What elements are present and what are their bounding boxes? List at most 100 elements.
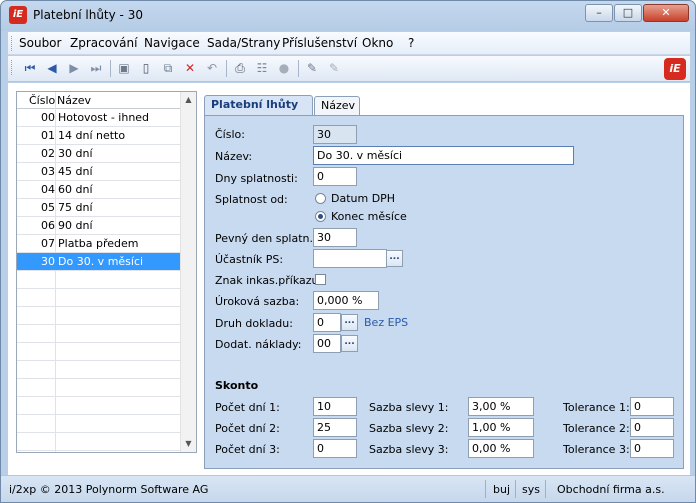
delete-icon[interactable]: ✕ [182, 60, 198, 76]
list-row[interactable]: 01 14 dní netto [17, 127, 181, 145]
app-window: iE Platební lhůty - 30 – □ ✕ Soubor Zpra… [0, 0, 696, 503]
list-cell-cislo: 04 [41, 183, 55, 196]
druh-dokladu-field[interactable]: 0 [313, 313, 341, 332]
sazba-slevy-2-label: Sazba slevy 2: [369, 422, 449, 435]
konec-mesice-label[interactable]: Konec měsíce [331, 210, 407, 223]
pevny-den-field[interactable]: 30 [313, 228, 357, 247]
list-row[interactable] [17, 271, 181, 289]
scroll-up-icon[interactable]: ▲ [181, 92, 196, 107]
menu-navigace[interactable]: Navigace [144, 36, 200, 50]
splatnost-od-label: Splatnost od: [215, 193, 288, 206]
dodat-naklady-label: Dodat. náklady: [215, 338, 302, 351]
dny-splatnosti-field[interactable]: 0 [313, 167, 357, 186]
sazba-slevy-3-label: Sazba slevy 3: [369, 443, 449, 456]
maximize-button[interactable]: □ [614, 4, 642, 22]
pocet-dni-3-label: Počet dní 3: [215, 443, 280, 456]
new-icon[interactable]: ▯ [138, 60, 154, 76]
list-row[interactable] [17, 415, 181, 433]
list-row[interactable]: 00 Hotovost - ihned [17, 109, 181, 127]
list-cell-cislo: 05 [41, 201, 55, 214]
tab-platebni-lhuty[interactable]: Platební lhůty [204, 95, 313, 116]
disabled-circle-icon[interactable]: ● [276, 60, 292, 76]
list-row[interactable]: 05 75 dní [17, 199, 181, 217]
print-icon[interactable]: ⎙ [232, 60, 248, 76]
list-row[interactable] [17, 397, 181, 415]
list-cell-cislo: 30 [41, 255, 55, 268]
list-row[interactable]: 06 90 dní [17, 217, 181, 235]
list-row[interactable]: 04 60 dní [17, 181, 181, 199]
list-cell-nazev: 30 dní [58, 147, 93, 160]
edit-pen-disabled-icon[interactable]: ✎ [326, 60, 342, 76]
list-cell-nazev: Platba předem [58, 237, 139, 250]
urokova-sazba-field[interactable]: 0,000 % [313, 291, 379, 310]
tolerance-2-field[interactable]: 0 [630, 418, 674, 437]
list-cell-nazev: 75 dní [58, 201, 93, 214]
list-row[interactable] [17, 361, 181, 379]
list-cell-cislo: 03 [41, 165, 55, 178]
minimize-button[interactable]: – [585, 4, 613, 22]
datum-dph-radio[interactable] [315, 193, 326, 204]
status-separator [485, 480, 486, 498]
copy-icon[interactable]: ⧉ [160, 60, 176, 76]
sazba-slevy-1-field[interactable]: 3,00 % [468, 397, 534, 416]
tolerance-3-field[interactable]: 0 [630, 439, 674, 458]
scroll-down-icon[interactable]: ▼ [181, 436, 196, 451]
druh-dokladu-hint: Bez EPS [364, 316, 409, 329]
pocet-dni-1-field[interactable]: 10 [313, 397, 357, 416]
pocet-dni-3-field[interactable]: 0 [313, 439, 357, 458]
dodat-naklady-field[interactable]: 00 [313, 334, 341, 353]
menu-help[interactable]: ? [408, 36, 414, 50]
sazba-slevy-2-field[interactable]: 1,00 % [468, 418, 534, 437]
status-copyright: i/2xp © 2013 Polynorm Software AG [9, 483, 209, 496]
tolerance-1-field[interactable]: 0 [630, 397, 674, 416]
cislo-label: Číslo: [215, 128, 245, 141]
status-bar: i/2xp © 2013 Polynorm Software AG buj sy… [1, 475, 695, 502]
ucastnik-ps-lookup-button[interactable]: ... [386, 250, 403, 267]
list-row[interactable]: 02 30 dní [17, 145, 181, 163]
list-row[interactable]: 30 Do 30. v měsíci [17, 253, 181, 271]
ucastnik-ps-field[interactable] [313, 249, 387, 268]
close-button[interactable]: ✕ [643, 4, 689, 22]
menu-zpracovani[interactable]: Zpracování [70, 36, 137, 50]
last-record-icon[interactable]: ⏭ [88, 60, 104, 76]
list-scrollbar[interactable]: ▲ ▼ [180, 92, 196, 452]
tab-nazev[interactable]: Název [314, 96, 360, 115]
znak-inkas-checkbox[interactable] [315, 274, 326, 285]
list-cell-cislo: 07 [41, 237, 55, 250]
list-row[interactable] [17, 433, 181, 451]
list-row[interactable]: 07 Platba předem [17, 235, 181, 253]
cislo-field[interactable]: 30 [313, 125, 357, 144]
undo-icon[interactable]: ↶ [204, 60, 220, 76]
list-row[interactable] [17, 307, 181, 325]
list-cell-cislo: 01 [41, 129, 55, 142]
list-row[interactable] [17, 289, 181, 307]
prev-record-icon[interactable]: ◀ [44, 60, 60, 76]
menu-sada-strany[interactable]: Sada/Strany [207, 36, 280, 50]
konec-mesice-radio[interactable] [315, 211, 326, 222]
record-list[interactable]: Číslo Název 00 Hotovost - ihned 01 14 dní n… [16, 91, 197, 453]
menu-soubor[interactable]: Soubor [19, 36, 61, 50]
save-icon[interactable]: ▣ [116, 60, 132, 76]
list-row[interactable] [17, 379, 181, 397]
app-logo-icon: iE [9, 6, 27, 24]
list-cell-cislo: 02 [41, 147, 55, 160]
column-header-nazev[interactable]: Název [57, 94, 91, 107]
menu-prislusenstvi[interactable]: Příslušenství [282, 36, 357, 50]
list-row[interactable]: 03 45 dní [17, 163, 181, 181]
pocet-dni-2-field[interactable]: 25 [313, 418, 357, 437]
first-record-icon[interactable]: ⏮ [22, 60, 38, 76]
datum-dph-label[interactable]: Datum DPH [331, 192, 395, 205]
druh-dokladu-lookup-button[interactable]: ... [341, 314, 358, 331]
edit-pen-icon[interactable]: ✎ [304, 60, 320, 76]
title-bar: iE Platební lhůty - 30 – □ ✕ [1, 1, 695, 31]
urokova-sazba-label: Úroková sazba: [215, 295, 300, 308]
sazba-slevy-3-field[interactable]: 0,00 % [468, 439, 534, 458]
list-row[interactable] [17, 325, 181, 343]
dodat-naklady-lookup-button[interactable]: ... [341, 335, 358, 352]
tree-icon[interactable]: ☷ [254, 60, 270, 76]
list-row[interactable] [17, 343, 181, 361]
nazev-field[interactable]: Do 30. v měsíci [313, 146, 574, 165]
column-header-cislo[interactable]: Číslo [29, 94, 55, 107]
menu-okno[interactable]: Okno [362, 36, 393, 50]
next-record-icon[interactable]: ▶ [66, 60, 82, 76]
